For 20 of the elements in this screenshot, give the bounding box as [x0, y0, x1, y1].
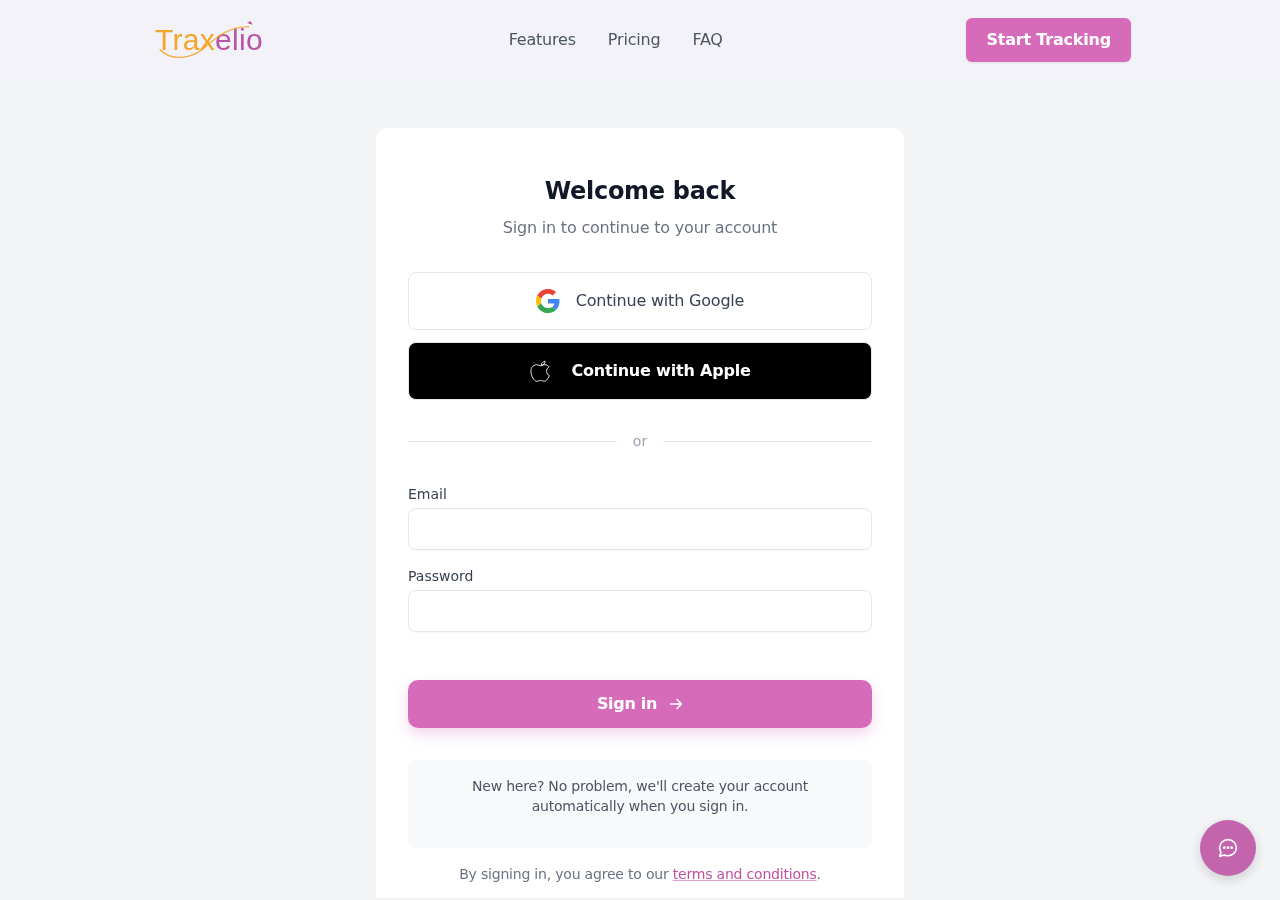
nav-link[interactable]: Pricing — [607, 28, 661, 52]
nav-link[interactable]: FAQ — [692, 28, 723, 52]
terms-text: By signing in, you agree to our terms and conditions. — [458, 865, 822, 884]
google-sign-in-button[interactable]: Continue with Google — [408, 272, 872, 330]
google-g-icon — [535, 289, 560, 313]
terms-link[interactable]: terms and conditions — [672, 866, 817, 882]
divider-text: or — [631, 432, 649, 451]
field-label: Password — [408, 567, 475, 586]
field-label: Email — [408, 485, 448, 504]
logo[interactable]: Traxelio — [153, 21, 265, 59]
apple-sign-in-button[interactable]: Continue with Apple — [408, 342, 872, 400]
info-text: New here? No problem, we'll create your account automatically when you sign in. — [470, 777, 810, 816]
chat-button[interactable] — [1200, 820, 1256, 876]
input-field[interactable] — [408, 590, 872, 632]
arrow-right-icon — [669, 697, 684, 711]
nav-link[interactable]: Features — [508, 28, 576, 52]
chat-bubble-icon — [1217, 837, 1239, 859]
card-subtitle: Sign in to continue to your account — [501, 217, 779, 239]
input-field[interactable] — [408, 508, 872, 550]
card-title: Welcome back — [543, 176, 737, 207]
